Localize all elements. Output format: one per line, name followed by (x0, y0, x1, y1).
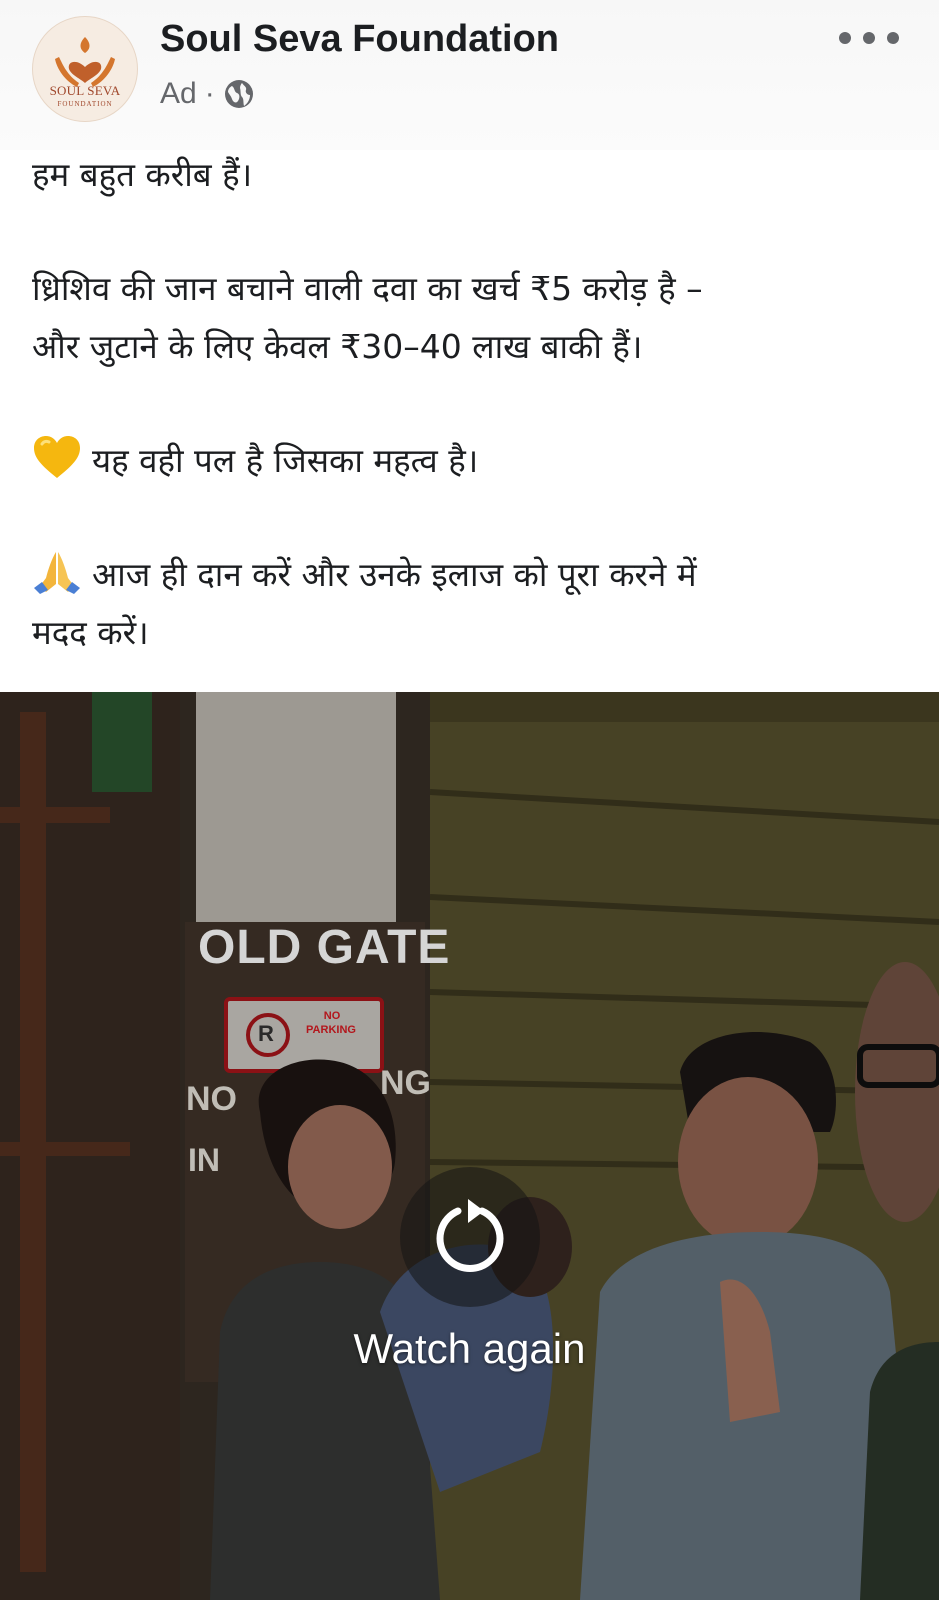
post-header: SOUL SEVA FOUNDATION Soul Seva Foundatio… (0, 0, 939, 150)
sign-wall-1b: NG (380, 1064, 431, 1102)
sign-old-gate: OLD GATE (198, 921, 451, 974)
page-avatar[interactable]: SOUL SEVA FOUNDATION (32, 16, 138, 122)
replay-button[interactable] (400, 1167, 540, 1307)
post-line-text: यह वही पल है जिसका महत्व है। (92, 441, 479, 480)
sign-no: NO (323, 1010, 341, 1022)
globe-icon (223, 78, 255, 110)
replay-icon (436, 1199, 504, 1272)
avatar-text: SOUL SEVA (49, 83, 121, 98)
post-line-with-emoji: आज ही दान करें और उनके इलाज को पूरा करने… (32, 546, 912, 604)
post-line: और जुटाने के लिए केवल ₹30–40 लाख बाकी है… (32, 327, 643, 366)
sign-wall-1: NO (186, 1080, 237, 1118)
sponsored-label[interactable]: Ad (160, 77, 197, 111)
post-line: मदद करें। (32, 613, 149, 652)
post-meta: Ad · (160, 74, 255, 114)
post-line-with-emoji: यह वही पल है जिसका महत्व है। (32, 432, 912, 490)
more-options-button[interactable] (839, 24, 899, 52)
folded-hands-icon (32, 548, 82, 594)
video-player[interactable]: OLD GATE NO PARKING R NO NG IN Watch aga… (0, 692, 939, 1600)
post-line: हम बहुत करीब हैं। (32, 155, 253, 194)
post-line: ध्रिशिव की जान बचाने वाली दवा का खर्च ₹5… (32, 269, 703, 308)
watch-again-label[interactable]: Watch again (0, 1325, 939, 1373)
meta-separator: · (204, 77, 215, 110)
more-horizontal-icon (839, 32, 851, 44)
sign-wall-2: IN (188, 1142, 220, 1178)
post-body: हम बहुत करीब हैं। ध्रिशिव की जान बचाने व… (32, 146, 912, 662)
video-frame (0, 692, 939, 1600)
page-name-link[interactable]: Soul Seva Foundation (160, 18, 559, 61)
avatar-subtext: FOUNDATION (57, 100, 113, 108)
yellow-heart-icon (32, 434, 82, 480)
post-line-text: आज ही दान करें और उनके इलाज को पूरा करने… (92, 555, 697, 594)
sign-parking: PARKING (306, 1024, 356, 1036)
